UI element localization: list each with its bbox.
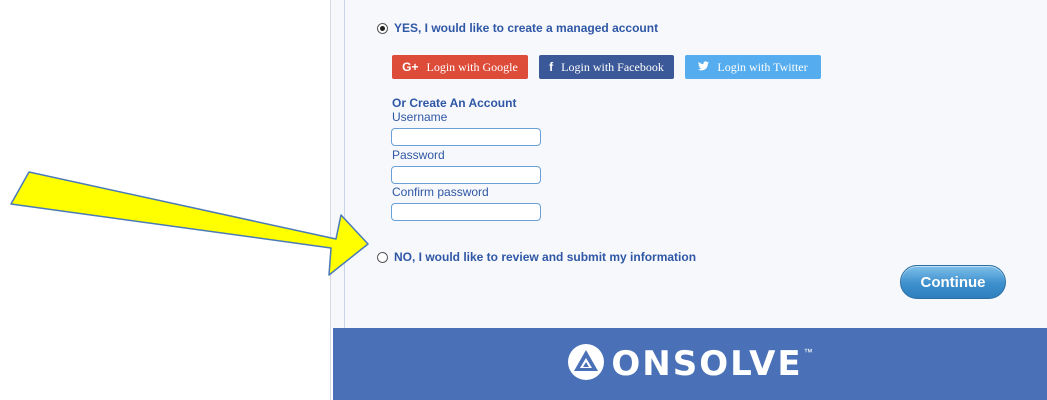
login-google-button[interactable]: G+ Login with Google — [392, 55, 528, 79]
username-label: Username — [392, 110, 448, 124]
login-twitter-label: Login with Twitter — [717, 59, 808, 74]
password-input[interactable] — [391, 166, 541, 184]
confirm-password-input[interactable] — [391, 203, 541, 221]
onsolve-logo: ONSOLVE ™ — [567, 343, 813, 386]
login-facebook-label: Login with Facebook — [561, 59, 664, 74]
yes-label: YES, I would like to create a managed ac… — [394, 21, 659, 35]
managed-account-no-option[interactable]: NO, I would like to review and submit my… — [377, 250, 696, 264]
username-input[interactable] — [391, 128, 541, 146]
twitter-icon — [698, 60, 710, 74]
confirm-password-label: Confirm password — [392, 185, 489, 199]
login-google-label: Login with Google — [426, 59, 518, 74]
login-facebook-button[interactable]: f Login with Facebook — [539, 55, 674, 79]
password-label: Password — [392, 148, 445, 162]
no-label: NO, I would like to review and submit my… — [394, 250, 697, 264]
create-account-heading: Or Create An Account — [392, 96, 517, 110]
annotation-arrow-icon — [10, 171, 369, 276]
google-plus-icon: G+ — [402, 60, 419, 74]
footer-banner: ONSOLVE ™ — [333, 328, 1047, 400]
onsolve-logo-mark-icon — [567, 343, 605, 386]
facebook-icon: f — [549, 60, 554, 74]
managed-account-yes-option[interactable]: YES, I would like to create a managed ac… — [377, 21, 658, 35]
login-twitter-button[interactable]: Login with Twitter — [685, 55, 821, 79]
continue-button[interactable]: Continue — [900, 265, 1006, 299]
onsolve-wordmark: ONSOLVE — [611, 344, 803, 384]
trademark-symbol: ™ — [803, 347, 813, 357]
